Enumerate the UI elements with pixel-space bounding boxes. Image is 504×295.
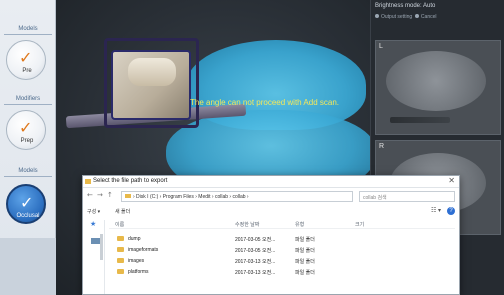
scrollbar[interactable] [100, 234, 103, 260]
radio-icon[interactable] [414, 14, 419, 18]
file-name: dump [128, 236, 141, 242]
organize-button[interactable]: 구성 ▾ [87, 208, 100, 215]
column-date[interactable]: 수정한 날짜 [235, 221, 259, 228]
file-path-dialog: Select the file path to export ✕ ← → ↑ ›… [82, 175, 460, 295]
file-list-header: 이름 수정한 날짜 유형 크기 [109, 220, 455, 229]
step-pre-label: Pre [22, 68, 32, 74]
search-input[interactable]: collab 검색 [359, 191, 455, 202]
file-name: images [128, 258, 145, 264]
sidebar-section-modifiers: Modifiers [15, 96, 41, 102]
folder-icon [125, 194, 131, 198]
file-date: 2017-03-05 오전... [235, 248, 276, 254]
address-bar: ← → ↑ › Disk I (C:) › Program Files › Me… [87, 191, 455, 202]
step-prep-button[interactable]: ✓ Prep [6, 110, 46, 150]
folder-icon [85, 179, 91, 184]
camera-right-tag: R [379, 143, 385, 150]
view-options-icon[interactable]: ☷ ▾ [431, 207, 441, 214]
sidebar-divider [4, 34, 52, 35]
dialog-toolbar: 구성 ▾ 새 폴더 ☷ ▾ ? [87, 206, 455, 216]
camera-left-tag: L [379, 43, 383, 50]
checkmark-icon: ✓ [20, 193, 34, 212]
file-row[interactable]: images 2017-03-13 오전... 파일 폴더 [109, 256, 339, 266]
workflow-sidebar: Models ✓ Pre Modifiers ✓ Prep Models ✓ O… [0, 0, 56, 295]
file-row[interactable]: imageformats 2017-03-05 오전... 파일 폴더 [109, 245, 339, 255]
sidebar-section-models-2: Models [18, 168, 38, 174]
folder-icon [117, 258, 124, 263]
folder-icon [117, 269, 124, 274]
forward-arrow-icon[interactable]: → [97, 191, 103, 199]
dialog-titlebar: Select the file path to export ✕ [83, 176, 459, 188]
checkmark-icon: ✓ [19, 118, 33, 137]
path-breadcrumb[interactable]: › Disk I (C:) › Program Files › Medit › … [121, 191, 353, 202]
column-name[interactable]: 이름 [115, 221, 124, 228]
sidebar-divider [4, 104, 52, 105]
this-pc-icon[interactable] [91, 238, 100, 244]
up-arrow-icon[interactable]: ↑ [107, 191, 113, 199]
file-type: 파일 폴더 [295, 248, 315, 254]
file-name: platforms [128, 269, 149, 275]
folder-icon [117, 247, 124, 252]
file-row[interactable]: dump 2017-03-05 오전... 파일 폴더 [109, 234, 339, 244]
sidebar-divider [4, 176, 52, 177]
file-type: 파일 폴더 [295, 270, 315, 276]
radio-icon[interactable] [375, 14, 379, 18]
file-date: 2017-03-13 오전... [235, 259, 276, 265]
quick-access-icon[interactable]: ★ [90, 220, 96, 228]
step-occlusal-label: Occlusal [16, 213, 40, 219]
sidebar-footer [0, 238, 56, 295]
camera-slider[interactable] [390, 117, 450, 123]
plaster-model-top [128, 58, 176, 86]
step-prep-label: Prep [20, 138, 34, 144]
camera-options: Output setting Cancel [375, 14, 437, 20]
path-text: › Disk I (C:) › Program Files › Medit › … [133, 194, 249, 200]
folder-icon [117, 236, 124, 241]
new-folder-button[interactable]: 새 폴더 [115, 208, 130, 215]
navigation-pane: ★ [87, 220, 105, 294]
cancel-option[interactable]: Cancel [421, 14, 437, 20]
help-icon[interactable]: ? [447, 207, 455, 215]
file-date: 2017-03-13 오전... [235, 270, 276, 276]
file-type: 파일 폴더 [295, 237, 315, 243]
checkmark-icon: ✓ [19, 48, 33, 67]
output-setting-option[interactable]: Output setting [381, 14, 412, 20]
warning-message: The angle can not proceed with Add scan. [190, 98, 339, 107]
dialog-title: Select the file path to export [93, 178, 168, 184]
file-type: 파일 폴더 [295, 259, 315, 265]
file-row[interactable]: platforms 2017-03-13 오전... 파일 폴더 [109, 267, 339, 277]
step-pre-button[interactable]: ✓ Pre [6, 40, 46, 80]
column-type[interactable]: 유형 [295, 221, 304, 228]
step-occlusal-button[interactable]: ✓ Occlusal [6, 184, 46, 224]
brightness-mode-label: Brightness mode: Auto [375, 3, 436, 9]
column-size[interactable]: 크기 [355, 221, 364, 228]
sidebar-section-models: Models [18, 26, 38, 32]
back-arrow-icon[interactable]: ← [87, 191, 93, 199]
camera-image [386, 51, 486, 111]
file-name: imageformats [128, 247, 159, 253]
file-date: 2017-03-05 오전... [235, 237, 276, 243]
close-icon[interactable]: ✕ [448, 176, 455, 185]
left-camera-view: L [375, 40, 501, 135]
